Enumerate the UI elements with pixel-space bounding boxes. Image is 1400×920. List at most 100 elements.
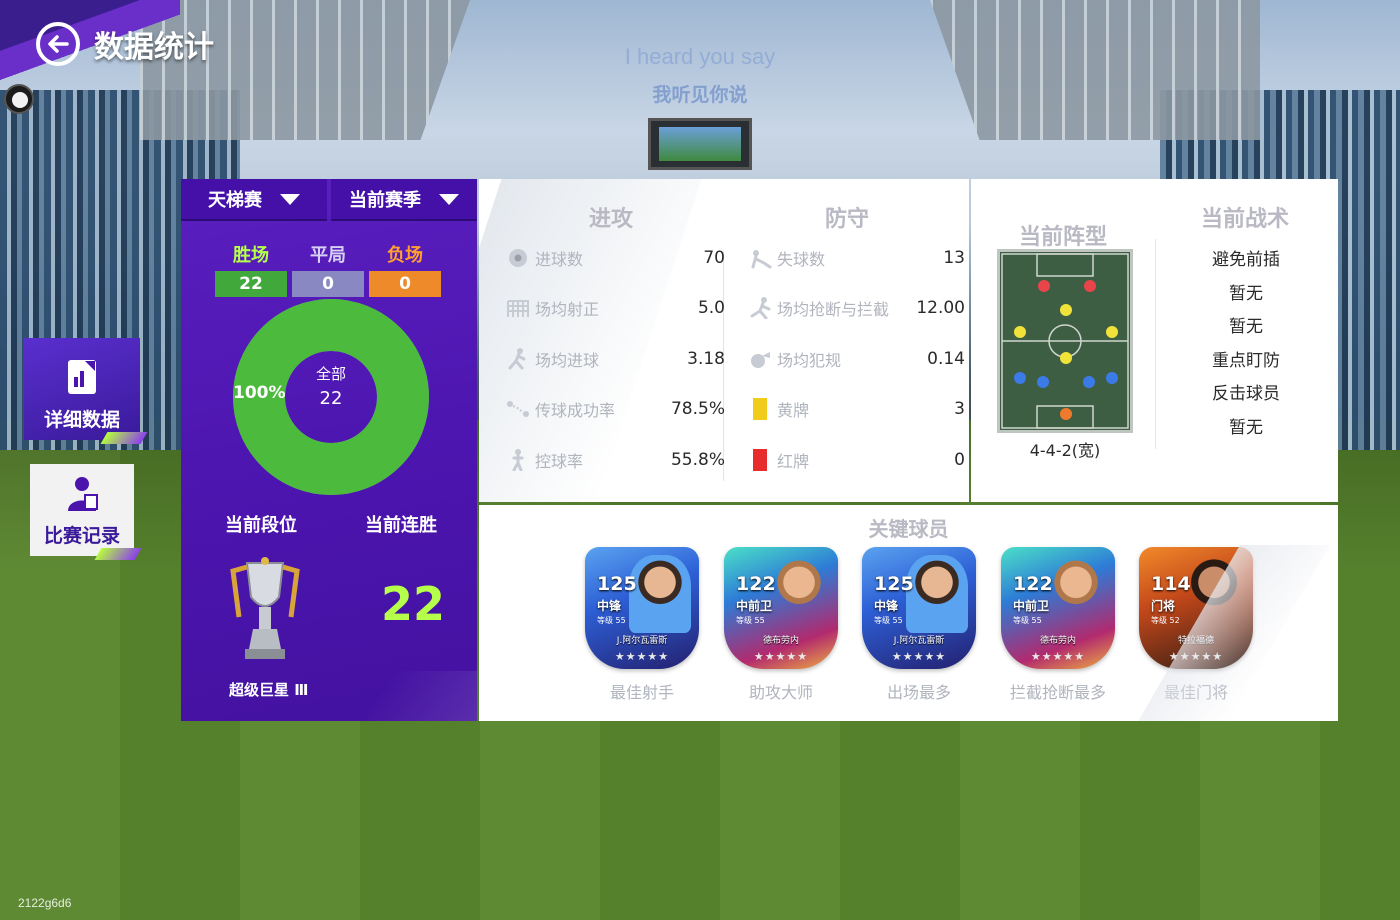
stat-name: 场均犯规 [777,351,842,370]
rank-name: 超级巨星 Ⅲ [229,681,309,699]
player-name: 德布劳内 [1039,636,1076,646]
player-rating: 114 [1151,573,1191,595]
losses-stat: 负场 0 [369,241,441,297]
player-card: 125 中锋 等级 55 J.阿尔瓦雷斯 ★★★★★ [862,547,976,669]
player-position: 门将 [1151,599,1176,613]
yellow-card-icon [745,397,775,421]
stadium-screen [648,118,752,170]
stats-panel: 进攻 防守 进球数 70 场均射正 5.0 场均进球 3.18 传球成功率 78… [479,179,969,502]
player-card-top-scorer[interactable]: 125 中锋 等级 55 J.阿尔瓦雷斯 ★★★★★ 最佳射手 [577,547,707,717]
player-position: 中前卫 [736,599,773,613]
wins-stat: 胜场 22 [215,241,287,297]
player-level: 等级 55 [1013,616,1042,625]
match-record-button[interactable]: 比赛记录 [30,464,134,556]
mode-dropdown[interactable]: 天梯赛 [181,179,327,221]
page-title: 数据统计 [94,30,214,65]
formation-panel: 当前阵型 当前战术 4-4-2(宽) 避免前插 暂无 暂无 重点盯防 反击球员 … [971,179,1338,502]
stat-value: 0 [954,450,965,470]
player-card-best-goalkeeper[interactable]: 114 门将 等级 52 特拉福德 ★★★★★ 最佳门将 [1131,547,1261,717]
stat-row-yellow-cards: 黄牌 3 [745,394,965,424]
player-rating: 125 [874,573,914,595]
player-portrait [1183,555,1245,633]
stat-name: 进球数 [535,250,584,269]
conceded-icon [745,246,775,270]
player-portrait [1045,555,1107,633]
player-portrait [629,555,691,633]
star-rating-icon: ★★★★★ [614,650,670,663]
star-rating-icon: ★★★★★ [891,650,947,663]
star-rating-icon: ★★★★★ [753,650,809,663]
win-percentage: 100% [233,383,286,403]
player-name: J.阿尔瓦雷斯 [616,636,668,646]
star-rating-icon: ★★★★★ [1168,650,1224,663]
formation-pitch[interactable] [997,249,1133,433]
stat-name: 场均射正 [535,300,600,319]
player-portrait [906,555,968,633]
right-roof [930,0,1260,140]
stat-value: 3 [954,399,965,419]
draws-stat: 平局 0 [292,241,364,297]
tactic-item: 暂无 [1229,418,1263,438]
chevron-down-icon [280,193,300,205]
player-rating: 122 [736,573,776,595]
key-players-panel: 关键球员 125 中锋 等级 55 J.阿尔瓦雷斯 ★★★★★ 最佳射手 122… [479,505,1338,721]
tactic-item: 暂无 [1229,317,1263,337]
summary-panel: 天梯赛 当前赛季 胜场 22 平局 0 负场 0 全部 22 100% 当前段位… [181,179,477,721]
key-players-title: 关键球员 [868,517,949,541]
donut-center-label: 全部 [315,365,346,383]
draws-value: 0 [292,271,364,297]
stat-row-goals: 进球数 70 [503,243,725,273]
formation-title: 当前阵型 [1019,225,1108,250]
player-level: 等级 55 [874,616,903,625]
detail-data-button[interactable]: 详细数据 [24,338,140,440]
build-id: 2122g6d6 [18,896,72,910]
possession-icon [503,448,533,472]
player-name: 特拉福德 [1177,636,1214,646]
player-level: 等级 55 [597,616,626,625]
player-card-most-appearances[interactable]: 125 中锋 等级 55 J.阿尔瓦雷斯 ★★★★★ 出场最多 [854,547,984,717]
stat-value: 55.8% [670,450,725,470]
stat-name: 场均抢断与拦截 [777,300,890,319]
player-card: 122 中前卫 等级 55 德布劳内 ★★★★★ [724,547,838,669]
stat-name: 传球成功率 [535,401,616,420]
ball-icon [503,246,533,270]
lyric-english: I heard you say [624,44,776,69]
tactic-item: 反击球员 [1212,384,1280,404]
attack-title: 进攻 [589,207,634,232]
match-record-label: 比赛记录 [43,525,120,547]
back-button[interactable] [36,22,80,66]
award-label: 最佳门将 [1163,683,1228,702]
player-rating: 125 [597,573,637,595]
player-portrait [768,555,830,633]
stat-row-red-cards: 红牌 0 [745,445,965,475]
player-card: 114 门将 等级 52 特拉福德 ★★★★★ [1139,547,1253,669]
player-name: 德布劳内 [762,636,799,646]
award-label: 拦截抢断最多 [1009,683,1106,702]
stat-name: 场均进球 [535,351,600,370]
player-level: 等级 52 [1151,616,1180,625]
stat-name: 黄牌 [777,401,810,420]
formation-name: 4-4-2(宽) [1029,441,1101,460]
player-card-most-tackles[interactable]: 122 中前卫 等级 55 德布劳内 ★★★★★ 拦截抢断最多 [993,547,1123,717]
chevron-down-icon [439,193,459,205]
defense-title: 防守 [825,207,870,232]
draws-label: 平局 [310,245,346,266]
stat-row-possession: 控球率 55.8% [503,445,725,475]
wins-value: 22 [215,271,287,297]
season-dropdown[interactable]: 当前赛季 [331,179,477,221]
stat-name: 控球率 [535,452,584,471]
award-label: 助攻大师 [748,683,813,702]
floating-toggle[interactable] [4,84,34,114]
player-card: 125 中锋 等级 55 J.阿尔瓦雷斯 ★★★★★ [585,547,699,669]
player-card-assist-master[interactable]: 122 中前卫 等级 55 德布劳内 ★★★★★ 助攻大师 [716,547,846,717]
trophy-icon [230,557,300,659]
stat-value: 0.14 [927,349,965,369]
tactic-item: 重点盯防 [1212,351,1280,371]
stat-row-fouls: 场均犯规 0.14 [745,344,965,374]
tackle-icon [745,296,775,320]
back-arrow-icon [48,35,69,53]
stat-row-avg-goals: 场均进球 3.18 [503,344,725,374]
player-position: 中锋 [597,599,622,613]
star-rating-icon: ★★★★★ [1030,650,1086,663]
stat-row-pass-rate: 传球成功率 78.5% [503,394,725,424]
